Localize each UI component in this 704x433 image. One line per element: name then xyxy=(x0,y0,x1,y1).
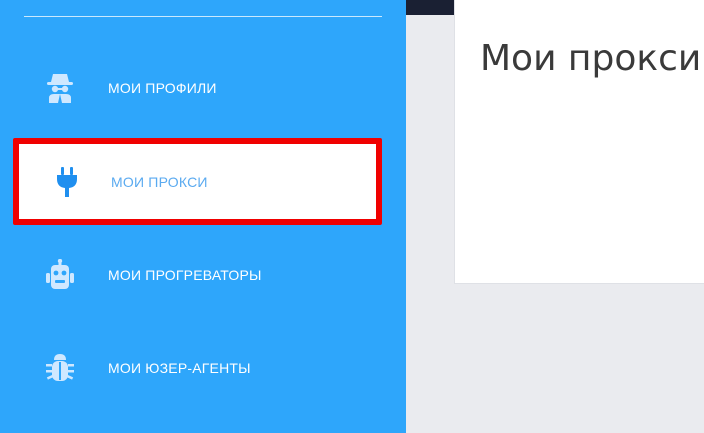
sidebar-item-label: МОИ ПРОКСИ xyxy=(111,173,208,190)
sidebar-item-label: МОИ ЮЗЕР-АГЕНТЫ xyxy=(108,360,251,376)
sidebar-item-profiles[interactable]: МОИ ПРОФИЛИ xyxy=(24,52,378,124)
sidebar-item-label: МОИ ПРОГРЕВАТОРЫ xyxy=(108,267,262,283)
app-window: МОИ ПРОФИЛИ МОИ ПРОКСИ МОИ ПРОГРЕВАТОРЫ … xyxy=(0,0,704,433)
plug-icon xyxy=(49,164,85,200)
page-title: Мои прокси xyxy=(480,38,702,80)
content-card: Мои прокси xyxy=(454,0,704,284)
topbar xyxy=(406,0,454,15)
sidebar-item-proxies[interactable]: МОИ ПРОКСИ xyxy=(13,138,382,225)
sidebar-item-warmers[interactable]: МОИ ПРОГРЕВАТОРЫ xyxy=(24,239,378,311)
sidebar-item-label: МОИ ПРОФИЛИ xyxy=(108,80,217,96)
sidebar-divider xyxy=(24,16,382,17)
bug-icon xyxy=(42,350,78,386)
spy-icon xyxy=(42,70,78,106)
sidebar: МОИ ПРОФИЛИ МОИ ПРОКСИ МОИ ПРОГРЕВАТОРЫ … xyxy=(0,0,406,433)
sidebar-item-user-agents[interactable]: МОИ ЮЗЕР-АГЕНТЫ xyxy=(24,332,378,404)
robot-icon xyxy=(42,257,78,293)
